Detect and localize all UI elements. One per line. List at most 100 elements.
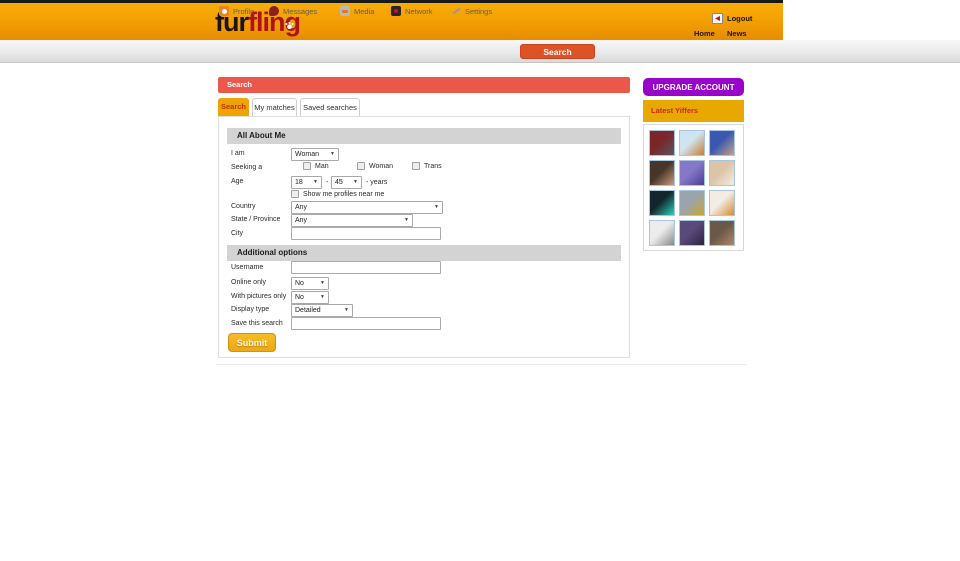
seeking-woman-option[interactable]: Woman xyxy=(357,162,393,170)
network-icon xyxy=(391,6,401,16)
yiffer-avatar-2[interactable] xyxy=(679,130,705,156)
yiffer-avatar-12[interactable] xyxy=(709,220,735,246)
age-to-select[interactable]: 45 ▼ xyxy=(331,176,362,189)
seeking-trans-label: Trans xyxy=(424,163,442,170)
age-separator: - xyxy=(326,179,328,186)
furfling-search-page: furfling ◀ Logout Home News Profile Mess… xyxy=(0,0,960,561)
settings-wrench-icon xyxy=(451,6,461,16)
chevron-down-icon: ▼ xyxy=(330,149,335,160)
yiffer-avatar-3[interactable] xyxy=(709,130,735,156)
display-type-value: Detailed xyxy=(295,305,321,316)
nav-item-profile[interactable]: Profile xyxy=(219,4,254,18)
age-suffix: - years xyxy=(366,179,387,186)
seeking-woman-label: Woman xyxy=(369,163,393,170)
paw-icon xyxy=(285,21,294,30)
yiffer-avatar-10[interactable] xyxy=(649,220,675,246)
seeking-man-label: Man xyxy=(315,163,329,170)
nav-item-network[interactable]: Network xyxy=(391,4,433,18)
seeking-woman-checkbox[interactable] xyxy=(357,162,365,170)
latest-yiffers-grid xyxy=(643,124,744,251)
yiffer-avatar-9[interactable] xyxy=(709,190,735,216)
yiffer-avatar-7[interactable] xyxy=(649,190,675,216)
online-only-value: No xyxy=(295,278,304,289)
yiffer-avatar-4[interactable] xyxy=(649,160,675,186)
save-search-label: Save this search xyxy=(231,320,283,327)
city-input[interactable] xyxy=(291,227,441,240)
state-value: Any xyxy=(295,215,307,226)
messages-icon xyxy=(269,6,279,16)
nav-item-media[interactable]: Media xyxy=(340,4,374,18)
nav-profile-label: Profile xyxy=(233,7,254,16)
logout-icon: ◀ xyxy=(712,13,723,24)
yiffer-avatar-11[interactable] xyxy=(679,220,705,246)
display-type-select[interactable]: Detailed ▼ xyxy=(291,304,353,317)
near-me-label: Show me profiles near me xyxy=(303,191,384,198)
logout-link[interactable]: ◀ Logout xyxy=(712,13,752,24)
near-me-option[interactable]: Show me profiles near me xyxy=(291,190,384,198)
username-input[interactable] xyxy=(291,261,441,274)
yiffer-avatar-6[interactable] xyxy=(709,160,735,186)
home-link[interactable]: Home xyxy=(694,29,715,38)
yiffer-avatar-5[interactable] xyxy=(679,160,705,186)
seeking-label: Seeking a xyxy=(231,164,262,171)
upgrade-account-button[interactable]: UPGRADE ACCOUNT xyxy=(643,78,744,96)
content-bottom-divider xyxy=(216,364,746,365)
i-am-value: Woman xyxy=(295,149,319,160)
logout-label: Logout xyxy=(727,14,752,23)
with-pictures-value: No xyxy=(295,292,304,303)
country-label: Country xyxy=(231,203,256,210)
nav-item-settings[interactable]: Settings xyxy=(451,4,492,18)
country-value: Any xyxy=(295,202,307,213)
nav-media-label: Media xyxy=(354,7,374,16)
seeking-trans-option[interactable]: Trans xyxy=(412,162,442,170)
profile-icon xyxy=(219,6,229,16)
city-label: City xyxy=(231,230,243,237)
chevron-down-icon: ▼ xyxy=(404,215,409,226)
chevron-down-icon: ▼ xyxy=(344,305,349,316)
chevron-down-icon: ▼ xyxy=(320,278,325,289)
yiffer-avatar-8[interactable] xyxy=(679,190,705,216)
section-header-all-about-me: All About Me xyxy=(227,128,621,144)
search-form-panel: All About Me I am Woman ▼ Seeking a Man W… xyxy=(218,116,630,358)
online-only-select[interactable]: No ▼ xyxy=(291,277,329,290)
section-header-additional-options: Additional options xyxy=(227,245,621,261)
online-only-label: Online only xyxy=(231,279,266,286)
chevron-down-icon: ▼ xyxy=(353,177,358,188)
nav-messages-label: Messages xyxy=(283,7,317,16)
main-navbar xyxy=(0,40,960,63)
age-from-select[interactable]: 18 ▼ xyxy=(291,176,322,189)
state-select[interactable]: Any ▼ xyxy=(291,214,413,227)
seeking-man-option[interactable]: Man xyxy=(303,162,329,170)
page-title-bar: Search xyxy=(218,77,630,93)
news-link[interactable]: News xyxy=(727,29,747,38)
display-type-label: Display type xyxy=(231,306,269,313)
nav-settings-label: Settings xyxy=(465,7,492,16)
tab-search[interactable]: Search xyxy=(218,98,249,116)
submit-button[interactable]: Submit xyxy=(228,333,276,352)
username-label: Username xyxy=(231,264,263,271)
country-select[interactable]: Any ▼ xyxy=(291,201,443,214)
nav-search-button[interactable]: Search xyxy=(520,44,595,59)
nav-network-label: Network xyxy=(405,7,433,16)
age-to-value: 45 xyxy=(335,177,343,188)
seeking-trans-checkbox[interactable] xyxy=(412,162,420,170)
yiffer-avatar-1[interactable] xyxy=(649,130,675,156)
chevron-down-icon: ▼ xyxy=(320,292,325,303)
chevron-down-icon: ▼ xyxy=(313,177,318,188)
seeking-man-checkbox[interactable] xyxy=(303,162,311,170)
i-am-select[interactable]: Woman ▼ xyxy=(291,148,339,161)
age-label: Age xyxy=(231,178,243,185)
tab-my-matches[interactable]: My matches xyxy=(252,98,297,116)
latest-yiffers-header: Latest Yiffers xyxy=(643,100,744,122)
nav-item-messages[interactable]: Messages xyxy=(269,4,317,18)
media-icon xyxy=(340,6,350,16)
near-me-checkbox[interactable] xyxy=(291,190,299,198)
chevron-down-icon: ▼ xyxy=(434,202,439,213)
age-from-value: 18 xyxy=(295,177,303,188)
save-search-input[interactable] xyxy=(291,317,441,330)
with-pictures-label: With pictures only xyxy=(231,293,286,300)
i-am-label: I am xyxy=(231,150,245,157)
tab-saved-searches[interactable]: Saved searches xyxy=(300,98,360,116)
with-pictures-select[interactable]: No ▼ xyxy=(291,291,329,304)
state-label: State / Province xyxy=(231,216,280,223)
